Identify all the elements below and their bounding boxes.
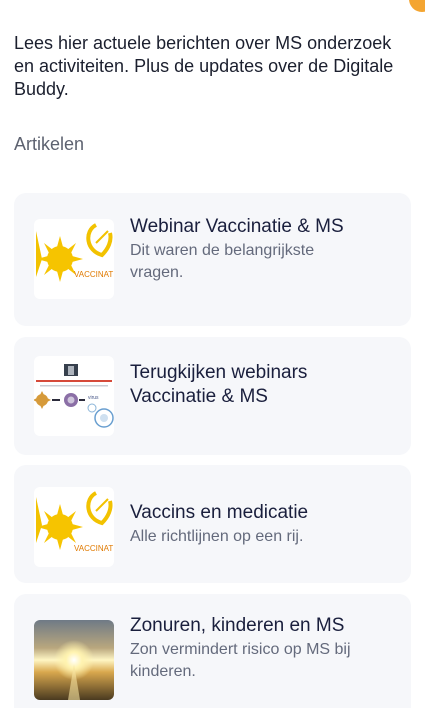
thumb-label: VACCINATIE [74, 270, 114, 279]
article-title: Terugkijken webinars Vaccinatie & MS [130, 362, 308, 407]
article-title: Zonuren, kinderen en MS [130, 615, 345, 636]
article-thumbnail: virus [34, 356, 114, 436]
article-card[interactable]: VACCINATIE Webinar Vaccinatie & MS Dit w… [14, 193, 411, 326]
article-thumbnail: VACCINATIE [34, 219, 114, 299]
article-thumbnail: VACCINATIE [34, 487, 114, 567]
svg-text:virus: virus [88, 395, 99, 401]
article-subtitle: Alle richtlijnen op een rij. [130, 528, 304, 545]
corner-accent [409, 0, 425, 12]
intro-text: Lees hier actuele berichten over MS onde… [14, 33, 394, 99]
article-card[interactable]: VACCINATIE Vaccins en medicatie Alle ric… [14, 465, 411, 583]
article-subtitle: Dit waren de belangrijkste vragen. [130, 242, 315, 281]
article-card[interactable]: virus Terugkijken webinars Vaccinatie & … [14, 337, 411, 455]
section-label: Artikelen [14, 134, 85, 154]
article-subtitle: Zon vermindert risico op MS bij kinderen… [130, 641, 351, 680]
article-card[interactable]: Zonuren, kinderen en MS Zon vermindert r… [14, 594, 411, 708]
article-title: Webinar Vaccinatie & MS [130, 216, 344, 237]
article-title: Vaccins en medicatie [130, 502, 309, 523]
article-thumbnail [34, 620, 114, 700]
thumb-label: VACCINATIE [74, 544, 114, 553]
